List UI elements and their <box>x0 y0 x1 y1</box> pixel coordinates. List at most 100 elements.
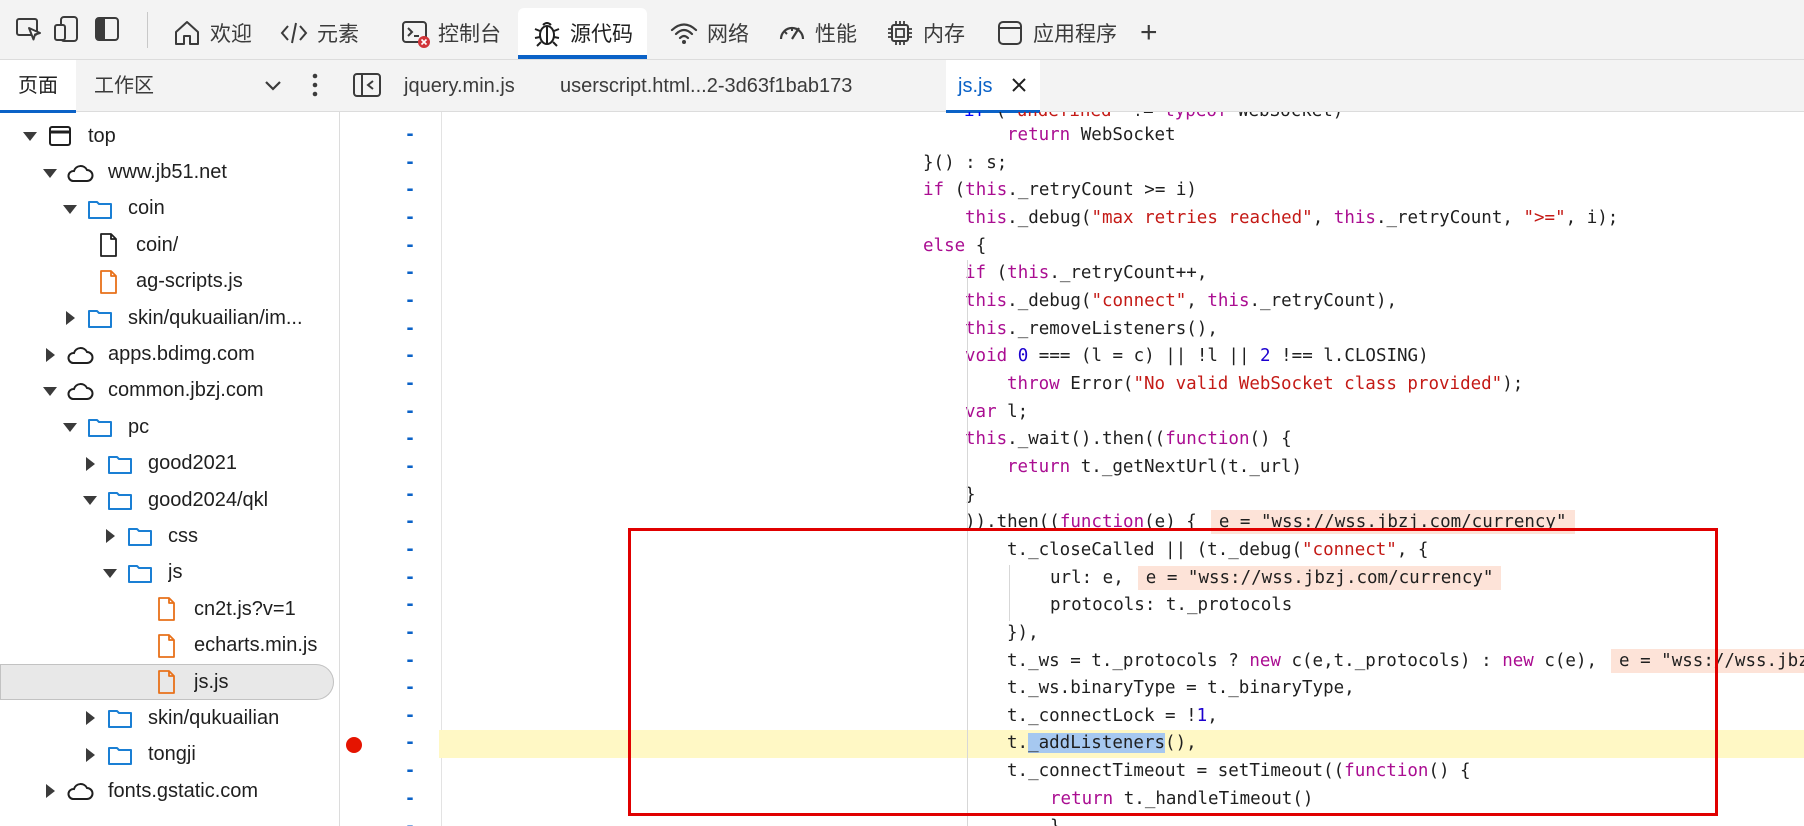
tab-page[interactable]: 页面 <box>0 60 76 113</box>
line-marker[interactable]: - <box>400 620 420 648</box>
tree-item-domain[interactable]: apps.bdimg.com <box>0 336 340 372</box>
more-options-icon[interactable] <box>303 68 327 102</box>
line-marker[interactable]: - <box>400 426 420 454</box>
file-tab-label: js.js <box>958 75 993 97</box>
tree-item-file[interactable]: cn2t.js?v=1 <box>0 591 340 627</box>
tree-item-file[interactable]: ag-scripts.js <box>0 264 340 300</box>
tree-item-domain[interactable]: common.jbzj.com <box>0 373 340 409</box>
tab-console[interactable]: 控制台 <box>386 8 515 58</box>
line-marker[interactable]: - <box>400 150 420 178</box>
tree-item-domain[interactable]: fonts.gstatic.com <box>0 773 340 809</box>
toggle-navigator-icon[interactable] <box>352 72 382 98</box>
tree-item-domain[interactable]: www.jb51.net <box>0 154 340 190</box>
inline-value-badge: e = "wss://wss.jbzj.com/currency" <box>1210 510 1575 534</box>
line-marker[interactable]: - <box>400 177 420 205</box>
line-marker[interactable]: - <box>400 288 420 316</box>
tree-item-label: coin <box>128 197 165 220</box>
tree-item-file[interactable]: coin/ <box>0 227 340 263</box>
dock-icon[interactable] <box>92 14 122 44</box>
tree-item-folder[interactable]: skin/qukuailian <box>0 700 340 736</box>
line-marker[interactable]: - <box>400 786 420 814</box>
tab-sources[interactable]: 源代码 <box>518 8 647 59</box>
line-marker[interactable]: - <box>400 703 420 731</box>
script-file-icon <box>158 597 175 622</box>
line-marker[interactable]: - <box>400 122 420 150</box>
tab-performance[interactable]: 性能 <box>763 8 871 58</box>
inline-value-badge: e = "wss://wss.jbzj.com/currency" <box>1137 566 1502 590</box>
collapsed-arrow-icon[interactable] <box>100 526 120 546</box>
code-icon <box>280 22 308 44</box>
tree-item-label: tongji <box>148 743 196 766</box>
tab-elements[interactable]: 元素 <box>265 8 373 58</box>
tab-memory[interactable]: 内存 <box>871 8 979 58</box>
code-view[interactable]: if ("undefined" != typeof WebSocket) - r… <box>340 112 1804 826</box>
expanded-arrow-icon[interactable] <box>80 490 100 510</box>
tab-welcome[interactable]: 欢迎 <box>158 8 266 58</box>
line-marker[interactable]: - <box>400 814 420 826</box>
tree-item-folder[interactable]: tongji <box>0 737 340 773</box>
close-icon[interactable] <box>1010 76 1028 94</box>
tree-item-label: js <box>168 561 183 584</box>
tab-network[interactable]: 网络 <box>655 8 763 58</box>
expanded-arrow-icon[interactable] <box>60 417 80 437</box>
file-tab-userscript[interactable]: userscript.html...2-3d63f1bab173 <box>548 60 864 112</box>
line-marker[interactable]: - <box>400 648 420 676</box>
breakpoint-icon[interactable] <box>346 737 362 753</box>
tree-item-label: skin/qukuailian/im... <box>128 306 303 329</box>
collapsed-arrow-icon[interactable] <box>80 454 100 474</box>
inspect-icon[interactable] <box>14 14 44 44</box>
line-marker[interactable]: - <box>400 675 420 703</box>
tab-label: 控制台 <box>438 23 501 46</box>
chevron-down-icon[interactable] <box>260 72 286 98</box>
line-marker[interactable]: - <box>400 205 420 233</box>
tab-application[interactable]: 应用程序 <box>981 8 1131 58</box>
line-marker[interactable]: - <box>400 233 420 261</box>
tree-item-folder[interactable]: pc <box>0 409 340 445</box>
code-line: - }), <box>340 620 1804 648</box>
expanded-arrow-icon[interactable] <box>20 126 40 146</box>
file-tab-jquery[interactable]: jquery.min.js <box>392 60 527 112</box>
source-editor: jquery.min.js userscript.html...2-3d63f1… <box>340 60 1804 826</box>
expanded-arrow-icon[interactable] <box>40 381 60 401</box>
device-emulation-icon[interactable] <box>52 14 82 44</box>
tree-item-top[interactable]: top <box>0 118 340 154</box>
collapsed-arrow-icon[interactable] <box>80 745 100 765</box>
code-line: - }() : s; <box>340 150 1804 178</box>
line-marker[interactable]: - <box>400 316 420 344</box>
tree-item-folder[interactable]: coin <box>0 191 340 227</box>
collapsed-arrow-icon[interactable] <box>60 308 80 328</box>
tree-item-folder[interactable]: css <box>0 518 340 554</box>
expanded-arrow-icon[interactable] <box>60 199 80 219</box>
line-marker[interactable]: - <box>400 537 420 565</box>
expanded-arrow-icon[interactable] <box>40 163 60 183</box>
collapsed-arrow-icon[interactable] <box>40 781 60 801</box>
line-marker[interactable]: - <box>400 758 420 786</box>
tree-item-folder[interactable]: good2024/qkl <box>0 482 340 518</box>
tree-item-folder[interactable]: good2021 <box>0 446 340 482</box>
folder-icon <box>88 310 112 329</box>
collapsed-arrow-icon[interactable] <box>40 345 60 365</box>
tab-workspace[interactable]: 工作区 <box>76 60 172 112</box>
line-marker[interactable]: - <box>400 482 420 510</box>
tree-item-label: echarts.min.js <box>194 634 318 657</box>
line-marker[interactable]: - <box>400 730 420 758</box>
tree-item-file-selected[interactable]: js.js <box>0 663 334 701</box>
line-marker[interactable]: - <box>400 454 420 482</box>
tree-item-file[interactable]: echarts.min.js <box>0 627 340 663</box>
line-marker[interactable]: - <box>400 509 420 537</box>
add-tab-button[interactable]: + <box>1126 8 1172 58</box>
line-marker[interactable]: - <box>400 260 420 288</box>
line-marker[interactable]: - <box>400 343 420 371</box>
tree-item-folder[interactable]: js <box>0 555 340 591</box>
folder-icon <box>108 746 132 765</box>
line-marker[interactable]: - <box>400 371 420 399</box>
tree-item-label: ag-scripts.js <box>136 270 243 293</box>
collapsed-arrow-icon[interactable] <box>80 708 100 728</box>
expanded-arrow-icon[interactable] <box>100 563 120 583</box>
line-marker[interactable]: - <box>400 565 420 593</box>
line-marker[interactable]: - <box>400 399 420 427</box>
file-tab-js[interactable]: js.js <box>946 60 1041 113</box>
tree-item-folder[interactable]: skin/qukuailian/im... <box>0 300 340 336</box>
tree-item-label: pc <box>128 415 150 438</box>
line-marker[interactable]: - <box>400 592 420 620</box>
